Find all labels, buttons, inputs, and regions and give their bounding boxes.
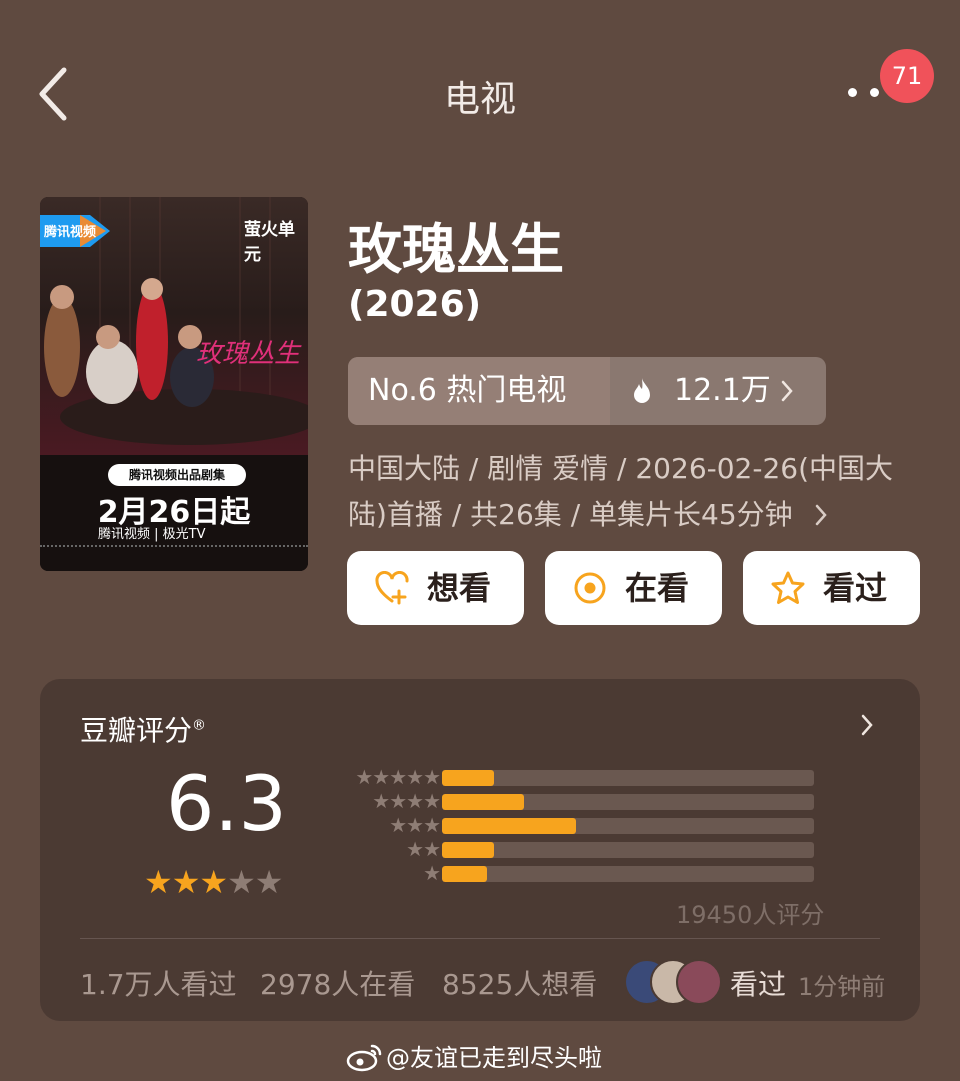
want-count[interactable]: 8525人想看: [442, 963, 597, 1003]
dot-icon: [848, 88, 857, 97]
star-filled-icon: ★: [144, 863, 173, 901]
flame-icon: [634, 378, 650, 403]
rank-text: No.6 热门电视: [368, 373, 567, 408]
chevron-right-icon[interactable]: [860, 713, 874, 737]
watched-button[interactable]: 看过: [743, 551, 920, 625]
distribution-fill: [442, 842, 495, 858]
watched-count[interactable]: 1.7万人看过: [80, 963, 237, 1003]
star-empty-icon: ★: [227, 863, 256, 901]
rating-stars: ★★★★★: [144, 863, 284, 901]
poster-credits: [40, 545, 308, 549]
distribution-track: [442, 794, 814, 810]
distribution-fill: [442, 794, 524, 810]
watching-count[interactable]: 2978人在看: [260, 963, 415, 1003]
distribution-track: [442, 866, 814, 882]
watched-label: 看过: [823, 569, 888, 607]
distribution-track: [442, 842, 814, 858]
friend-status: 看过: [730, 968, 787, 1001]
meta-line-2: 陆)首播 / 共26集 / 单集片长45分钟: [348, 492, 928, 538]
circle-dot-icon: [574, 572, 606, 604]
want-to-watch-label: 想看: [427, 569, 492, 607]
distribution-stars-icon: ★★★: [389, 813, 441, 837]
star-filled-icon: ★: [171, 863, 201, 901]
rating-score: 6.3: [166, 759, 287, 848]
star-empty-icon: ★: [254, 863, 284, 901]
rank-segment: No.6 热门电视: [348, 357, 610, 425]
star-filled-icon: ★: [199, 863, 228, 901]
heart-plus-icon: [375, 571, 409, 605]
meta-line-1: 中国大陆 / 剧情 爱情 / 2026-02-26(中国大: [348, 452, 894, 485]
heat-text: 12.1万: [674, 373, 771, 408]
platform-logo-text: 腾讯视频: [44, 225, 97, 240]
star-outline-icon: [771, 571, 805, 604]
ratings-count[interactable]: 19450人评分: [676, 895, 824, 930]
dot-icon: [870, 88, 879, 97]
poster-pill: 腾讯视频出品剧集: [108, 464, 246, 486]
watermark-text: @友谊已走到尽头啦: [386, 1044, 602, 1072]
poster-image[interactable]: 腾讯视频 萤火单元 玫瑰丛生 腾讯视频出品剧集 2月26日起 腾讯视频 | 极光…: [40, 197, 308, 571]
chevron-right-icon: [781, 380, 793, 402]
registered-mark: ®: [192, 717, 207, 734]
distribution-track: [442, 770, 814, 786]
distribution-stars-icon: ★★: [406, 837, 441, 861]
show-meta[interactable]: 中国大陆 / 剧情 爱情 / 2026-02-26(中国大 陆)首播 / 共26…: [348, 446, 928, 538]
distribution-fill: [442, 770, 495, 786]
page-title: 电视: [443, 79, 516, 120]
chevron-right-icon: [815, 504, 827, 526]
meta-line-2-text: 陆)首播 / 共26集 / 单集片长45分钟: [348, 498, 793, 531]
distribution-track: [442, 818, 814, 834]
distribution-stars-icon: ★: [423, 861, 441, 885]
more-menu-button[interactable]: [846, 82, 886, 102]
weibo-icon: [346, 1044, 382, 1072]
distribution-stars-icon: ★★★★★: [355, 765, 441, 789]
avatar: [676, 959, 722, 1005]
divider: [80, 938, 880, 939]
rating-title: 豆瓣评分®: [80, 709, 206, 749]
want-to-watch-button[interactable]: 想看: [347, 551, 524, 625]
distribution-fill: [442, 866, 487, 882]
distribution-fill: [442, 818, 576, 834]
brand-text: 萤火单元: [244, 220, 295, 265]
rank-heat-button[interactable]: No.6 热门电视 12.1万: [348, 357, 826, 425]
show-title: 玫瑰丛生: [348, 218, 564, 281]
poster-title-text: 玫瑰丛生: [196, 339, 301, 369]
notification-badge[interactable]: 71: [880, 49, 934, 103]
watching-button[interactable]: 在看: [545, 551, 722, 625]
watching-label: 在看: [625, 569, 690, 607]
show-year: (2026): [348, 284, 482, 325]
friend-avatars[interactable]: [624, 959, 722, 1005]
friend-time: 1分钟前: [798, 973, 886, 1001]
rating-card: 豆瓣评分® 6.3 ★★★★★ ★★★★★ ★★★★ ★★★ ★★ ★ 19450人评分…: [40, 679, 920, 1021]
rating-title-text: 豆瓣评分: [80, 714, 193, 747]
poster-platforms: 腾讯视频 | 极光TV: [98, 527, 206, 542]
distribution-stars-icon: ★★★★: [372, 789, 441, 813]
